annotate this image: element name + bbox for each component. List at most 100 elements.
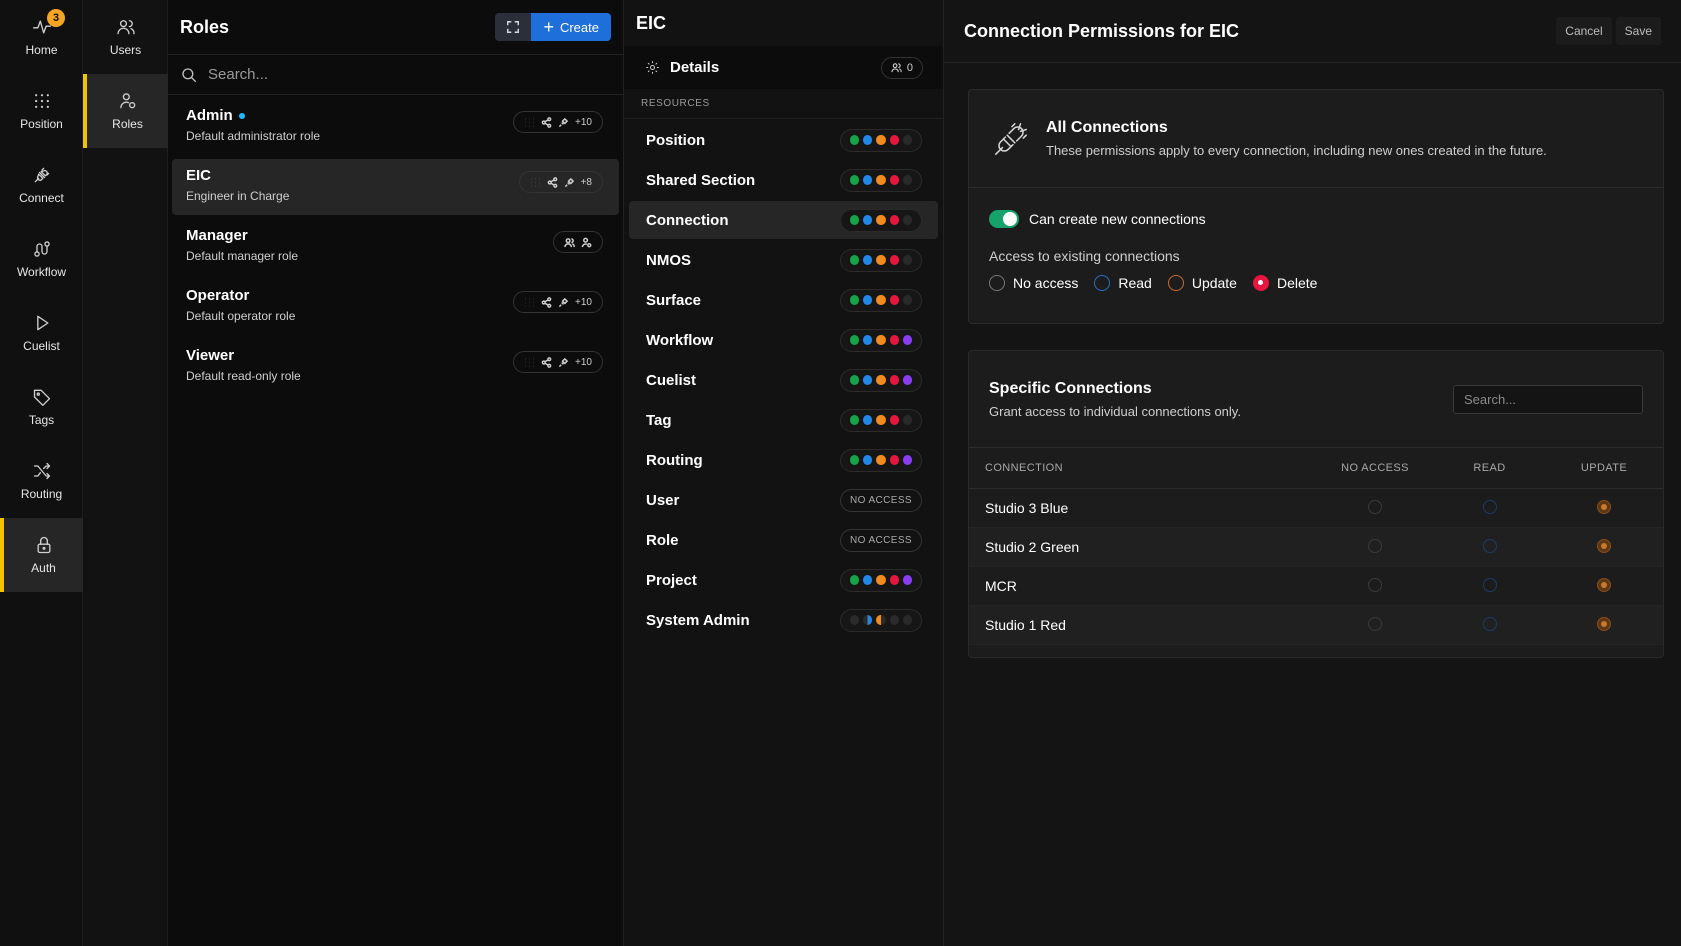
radio-update[interactable]: Update	[1167, 275, 1237, 291]
radio-update-selected[interactable]	[1597, 617, 1611, 632]
nav-routing[interactable]: Routing	[0, 444, 83, 518]
nav-connect-label: Connect	[19, 191, 64, 205]
existing-access-label: Access to existing connections	[989, 248, 1180, 264]
grid-icon	[531, 177, 539, 187]
permission-dot-red	[889, 455, 899, 465]
role-extra-count: +10	[575, 356, 592, 368]
users-icon	[116, 20, 135, 35]
access-radio-group: No access Read Update Delete	[969, 264, 1663, 291]
permission-dot-green	[850, 575, 860, 585]
all-connections-text: All Connections These permissions apply …	[1046, 119, 1547, 158]
plug-icon	[995, 122, 1027, 155]
roles-search-input[interactable]	[208, 66, 611, 83]
role-item-viewer[interactable]: Viewer Default read-only role +10	[172, 339, 619, 395]
nav-tags[interactable]: Tags	[0, 370, 83, 444]
role-item-eic[interactable]: EIC Engineer in Charge +8	[172, 159, 619, 215]
connection-name: Studio 2 Green	[969, 527, 1317, 567]
role-item-admin[interactable]: Admin Default administrator role +10	[172, 99, 619, 155]
radio-no-access[interactable]: No access	[989, 275, 1078, 291]
create-connections-toggle[interactable]	[989, 210, 1019, 228]
radio-update-selected[interactable]	[1597, 539, 1611, 554]
permission-dot-blue	[863, 335, 873, 345]
resource-name: User	[646, 491, 680, 509]
radio-read[interactable]	[1482, 578, 1497, 593]
radio-read[interactable]: Read	[1094, 275, 1152, 291]
nav-connect[interactable]: Connect	[0, 148, 83, 222]
permission-dot-orange	[876, 575, 886, 585]
permission-dots	[840, 128, 922, 152]
nav-workflow[interactable]: Workflow	[0, 222, 83, 296]
radio-no-access[interactable]	[1368, 617, 1382, 632]
nav-position[interactable]: Position	[0, 74, 83, 148]
permission-dot-blue	[863, 415, 873, 425]
cell-read	[1433, 527, 1546, 567]
permission-dot-orange	[876, 455, 886, 465]
create-connections-label: Can create new connections	[1029, 211, 1206, 227]
connections-search-input[interactable]	[1453, 384, 1643, 414]
role-extra-count: +10	[575, 296, 592, 308]
radio-no-access[interactable]	[1368, 500, 1382, 515]
permission-dot-off	[902, 175, 913, 185]
permission-dot-off	[902, 615, 913, 625]
resource-row[interactable]: User NO ACCESS	[629, 481, 938, 519]
radio-read[interactable]	[1482, 539, 1497, 554]
role-extra-count: +10	[575, 116, 592, 128]
nav-cuelist[interactable]: Cuelist	[0, 296, 83, 370]
create-role-button[interactable]: + Create	[531, 13, 611, 41]
permission-dot-blue	[863, 215, 873, 225]
subnav-roles[interactable]: Roles	[83, 74, 168, 148]
radio-no-access[interactable]	[1368, 539, 1382, 554]
resources-section-label: RESOURCES	[624, 89, 943, 119]
resource-name: Shared Section	[646, 171, 756, 189]
table-row: MCR	[969, 566, 1663, 606]
resource-row[interactable]: Connection	[629, 201, 938, 239]
plug-icon	[34, 167, 49, 183]
permission-dot-orange	[876, 335, 886, 345]
resource-row[interactable]: Project	[629, 561, 938, 599]
radio-read[interactable]	[1482, 617, 1497, 632]
radio-circle	[1094, 275, 1111, 291]
radio-update-selected[interactable]	[1597, 578, 1611, 593]
resource-row[interactable]: Tag	[629, 401, 938, 439]
nav-home-label: Home	[25, 43, 58, 57]
nav-home[interactable]: Home 3	[0, 0, 83, 74]
table-header-row: CONNECTION NO ACCESS READ UPDATE	[969, 448, 1663, 489]
radio-read[interactable]	[1482, 500, 1497, 515]
resource-row[interactable]: Position	[629, 121, 938, 159]
expand-button[interactable]	[495, 13, 532, 41]
role-item-operator[interactable]: Operator Default operator role +10	[172, 279, 619, 335]
resource-row[interactable]: System Admin	[629, 601, 938, 639]
roles-icon	[119, 93, 135, 109]
subnav-users[interactable]: Users	[83, 0, 168, 74]
resource-row[interactable]: Workflow	[629, 321, 938, 359]
permission-dot-blue	[863, 175, 873, 185]
nav-workflow-label: Workflow	[16, 265, 67, 279]
details-row[interactable]: Details 0	[624, 46, 943, 89]
resource-row[interactable]: Routing	[629, 441, 938, 479]
resource-row[interactable]: Cuelist	[629, 361, 938, 399]
resource-row[interactable]: Shared Section	[629, 161, 938, 199]
share-icon	[547, 176, 557, 188]
roles-header: Roles + Create	[168, 0, 623, 55]
all-connections-subtitle: These permissions apply to every connect…	[1046, 143, 1547, 158]
radio-no-access[interactable]	[1368, 578, 1382, 593]
permission-dot-blue	[863, 455, 873, 465]
details-label: Details	[670, 59, 720, 76]
permission-dot-green	[850, 295, 860, 305]
radio-update-selected[interactable]	[1597, 500, 1611, 515]
role-name: Admin	[186, 107, 233, 124]
resource-row[interactable]: Surface	[629, 281, 938, 319]
resource-row[interactable]: NMOS	[629, 241, 938, 279]
nav-position-label: Position	[20, 117, 63, 131]
permission-dot-red	[889, 375, 899, 385]
save-button[interactable]: Save	[1615, 17, 1661, 45]
table-row: Studio 1 Red	[969, 605, 1663, 645]
permission-dot-orange	[876, 175, 886, 185]
cell-read	[1433, 566, 1546, 606]
resource-row[interactable]: Role NO ACCESS	[629, 521, 938, 559]
role-item-manager[interactable]: Manager Default manager role	[172, 219, 619, 275]
nav-auth[interactable]: Auth	[0, 518, 83, 592]
cell-update	[1545, 488, 1663, 528]
radio-delete[interactable]: Delete	[1252, 275, 1317, 291]
cancel-button[interactable]: Cancel	[1556, 17, 1612, 45]
